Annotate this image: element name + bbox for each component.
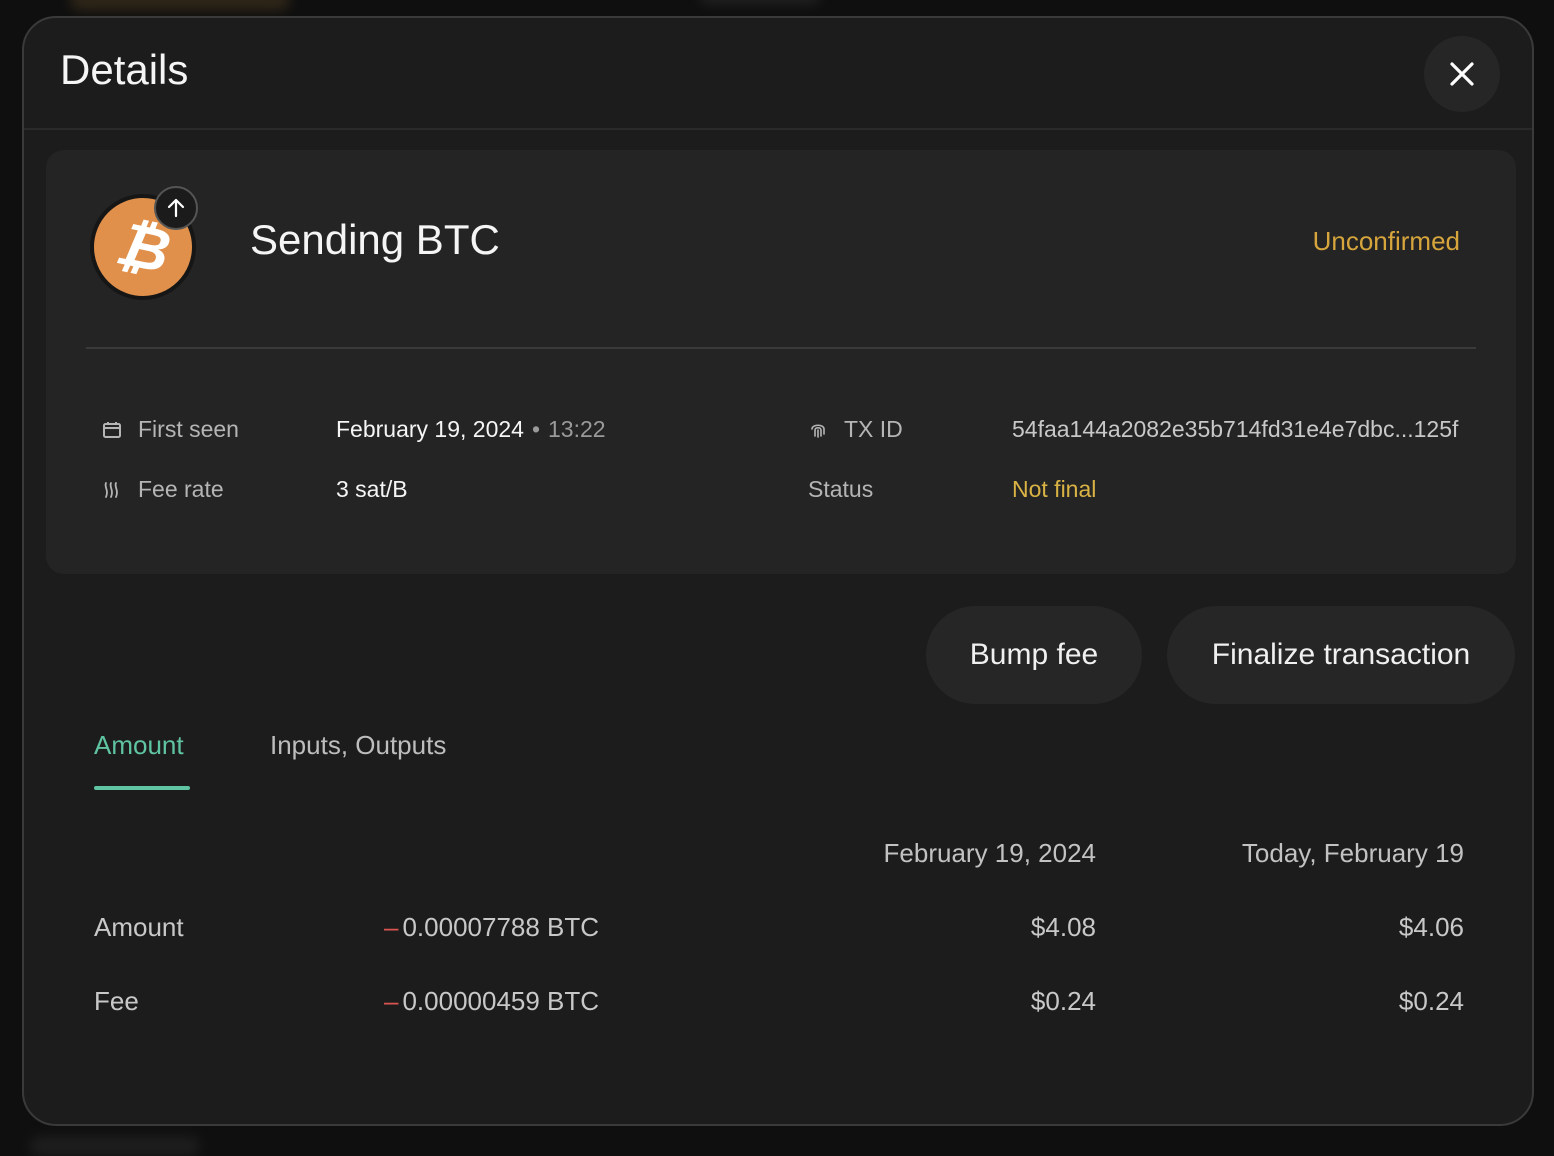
txid-value[interactable]: 54faa144a2082e35b714fd31e4e7dbc...125f: [1012, 416, 1458, 443]
backdrop-element: [30, 1136, 200, 1156]
modal-header: Details: [24, 18, 1532, 130]
divider: [86, 347, 1476, 349]
row-usd-then: $0.24: [1030, 986, 1096, 1016]
bump-fee-button[interactable]: Bump fee: [926, 606, 1142, 704]
fee-rate-value: 3 sat/B: [336, 476, 408, 502]
fingerprint-icon: [811, 423, 825, 438]
row-usd-now: $4.06: [1398, 912, 1464, 942]
first-seen-time: 13:22: [548, 416, 606, 442]
fee-rate-label-group: Fee rate: [102, 476, 224, 503]
row-label-amount: Amount: [94, 912, 184, 942]
txid-label-group: TX ID: [808, 416, 903, 443]
row-btc-amount: –0.00007788 BTC: [384, 912, 599, 943]
status-value: Not final: [1012, 476, 1097, 502]
negative-sign: –: [384, 986, 399, 1016]
btc-value: 0.00000459 BTC: [402, 986, 600, 1016]
btc-value: 0.00007788 BTC: [402, 912, 600, 942]
first-seen-value: February 19, 2024 • 13:22: [336, 416, 606, 443]
row-btc-fee: –0.00000459 BTC: [384, 986, 599, 1017]
column-header-now: Today, February 19: [1241, 838, 1464, 868]
confirmation-status: Unconfirmed: [1312, 226, 1460, 256]
transaction-summary-card: ₿ Sending BTC Unconfirmed First seen Feb…: [46, 150, 1516, 574]
transaction-title: Sending BTC: [250, 216, 500, 263]
txid-label: TX ID: [844, 416, 903, 442]
first-seen-label: First seen: [138, 416, 239, 442]
separator-dot: •: [531, 416, 541, 442]
active-tab-indicator: [94, 786, 190, 790]
arrow-up-icon: [154, 186, 198, 230]
finalize-transaction-button[interactable]: Finalize transaction: [1167, 606, 1515, 704]
fee-rate-icon: [104, 481, 118, 498]
calendar-icon: [103, 421, 121, 438]
backdrop-element: [700, 0, 820, 4]
row-usd-now: $0.24: [1398, 986, 1464, 1016]
first-seen-label-group: First seen: [102, 416, 239, 443]
tab-inputs-outputs[interactable]: Inputs, Outputs: [270, 730, 446, 761]
tab-amount[interactable]: Amount: [94, 730, 184, 761]
status-label: Status: [808, 476, 874, 502]
row-usd-then: $4.08: [1030, 912, 1096, 942]
details-modal: Details ₿ Sending BTC Unconfirmed First …: [22, 16, 1534, 1126]
negative-sign: –: [384, 912, 399, 942]
backdrop-element: [70, 0, 290, 10]
fee-rate-label: Fee rate: [138, 476, 224, 502]
row-label-fee: Fee: [94, 986, 139, 1016]
close-icon: [1450, 62, 1474, 86]
close-button[interactable]: [1424, 36, 1500, 112]
first-seen-date: February 19, 2024: [336, 416, 524, 442]
modal-title: Details: [60, 46, 189, 93]
column-header-then: February 19, 2024: [883, 838, 1096, 868]
